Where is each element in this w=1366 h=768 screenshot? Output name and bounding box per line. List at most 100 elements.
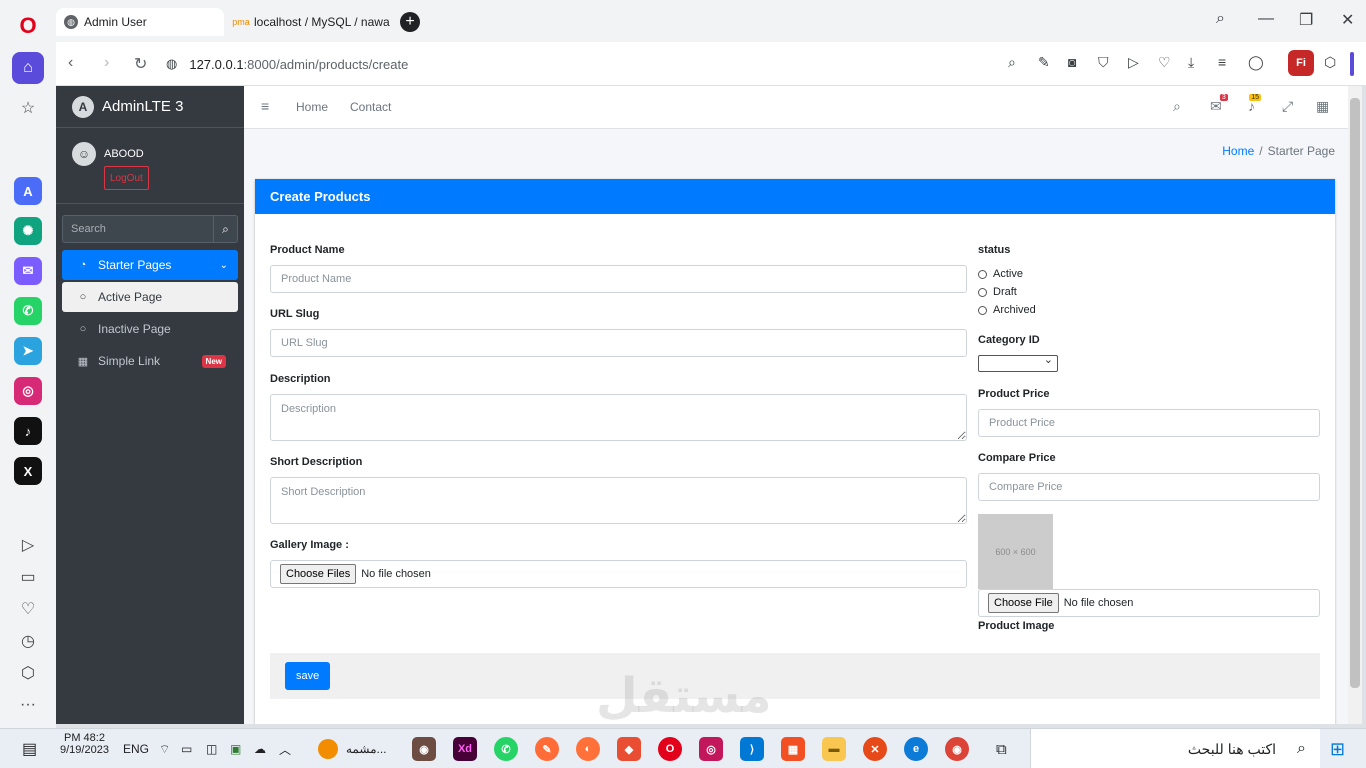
git-icon[interactable]: ◆ <box>617 737 641 761</box>
close-icon[interactable]: ✕ <box>1341 10 1354 30</box>
running-app[interactable]: مشمه... <box>318 738 387 760</box>
chatgpt-app-icon[interactable]: ✺ <box>14 217 42 245</box>
heart-icon[interactable]: ♡ <box>1158 54 1171 71</box>
wallet-icon[interactable]: ▭ <box>12 561 44 593</box>
sidebar-item-simple-link[interactable]: ▦ Simple Link New <box>62 346 238 376</box>
product-name-input[interactable] <box>270 265 967 293</box>
windows-start-icon[interactable]: ⊞ <box>1330 738 1345 760</box>
brand-link[interactable]: A AdminLTE 3 <box>56 86 244 128</box>
sidebar-item-inactive-page[interactable]: ○ Inactive Page <box>62 314 238 344</box>
tiktok-app-icon[interactable]: ♪ <box>14 417 42 445</box>
cloud-icon[interactable]: ☁ <box>254 738 266 760</box>
sidebar-item-starter-pages[interactable]: ◔ Starter Pages ⌄ <box>62 250 238 280</box>
restore-icon[interactable]: ❐ <box>1299 10 1313 30</box>
task-view-icon[interactable]: ⧉ <box>996 738 1007 760</box>
clock[interactable]: PM 48:2 9/19/2023 <box>60 732 109 756</box>
store-icon[interactable]: ▦ <box>781 737 805 761</box>
opera-logo-icon[interactable]: O <box>12 10 44 42</box>
sidebar-item-active-page[interactable]: ○ Active Page <box>62 282 238 312</box>
heart-icon[interactable]: ♡ <box>12 593 44 625</box>
wifi-icon[interactable]: ⌔ <box>159 738 170 760</box>
compare-price-input[interactable] <box>978 473 1320 501</box>
chrome-icon[interactable]: ◉ <box>945 737 969 761</box>
tab-phpmyadmin[interactable]: pma localhost / MySQL / nawa <box>226 8 396 36</box>
profile-icon[interactable]: ◯ <box>1248 54 1264 71</box>
user-name[interactable]: ABOOD <box>104 148 144 160</box>
send-icon[interactable]: ▷ <box>1128 54 1139 71</box>
logout-button[interactable]: LogOut <box>104 166 149 190</box>
hamburger-menu-icon[interactable]: ≡ <box>261 98 269 114</box>
scrollbar-thumb[interactable] <box>1350 98 1360 688</box>
reload-icon[interactable]: ↻ <box>134 54 147 74</box>
choose-files-button[interactable]: Choose Files <box>280 564 357 584</box>
vscode-icon[interactable]: ⟩ <box>740 737 764 761</box>
taskbar-search[interactable]: اكتب هنا للبحث ⌕ <box>1030 729 1320 768</box>
postman-icon[interactable]: ✎ <box>535 737 559 761</box>
battery-icon[interactable]: ▭ <box>181 738 192 760</box>
category-select[interactable] <box>978 353 1058 372</box>
settings-icon[interactable]: ≡ <box>1218 54 1226 70</box>
sidebar-search-input[interactable] <box>62 215 213 243</box>
telegram-app-icon[interactable]: ➤ <box>14 337 42 365</box>
status-radio-archived[interactable]: Archived <box>978 304 1036 316</box>
tab-admin-user[interactable]: ◍ Admin User <box>56 8 224 36</box>
star-icon[interactable]: ☆ <box>12 92 44 124</box>
site-info-icon[interactable]: ◍ <box>166 56 177 72</box>
taskbar-app-icon[interactable]: ◉ <box>412 737 436 761</box>
messages-icon[interactable]: ✉ 3 <box>1210 94 1228 115</box>
url-slug-input[interactable] <box>270 329 967 357</box>
nav-contact-link[interactable]: Contact <box>350 100 391 114</box>
whatsapp-app-icon[interactable]: ✆ <box>14 297 42 325</box>
choose-file-button[interactable]: Choose File <box>988 593 1059 613</box>
download-icon[interactable]: ⤓ <box>1188 54 1194 71</box>
cube-icon[interactable]: ⬡ <box>1324 54 1336 71</box>
firefox-icon[interactable]: ◐ <box>576 737 600 761</box>
save-button[interactable]: save <box>285 662 331 690</box>
history-icon[interactable]: ◷ <box>12 625 44 657</box>
extensions-icon[interactable]: ⬡ <box>12 657 44 689</box>
meet-icon[interactable]: ◫ <box>206 738 217 760</box>
search-icon[interactable]: ⌕ <box>1173 98 1181 115</box>
extension-fi-icon[interactable]: Fi <box>1288 50 1314 76</box>
nav-home-link[interactable]: Home <box>296 100 328 114</box>
xampp-icon[interactable]: ✕ <box>863 737 887 761</box>
status-radio-draft[interactable]: Draft <box>978 286 1017 298</box>
tray-app-icon[interactable]: ▣ <box>230 738 241 760</box>
whatsapp-icon[interactable]: ✆ <box>494 737 518 761</box>
page-scrollbar[interactable] <box>1348 86 1362 724</box>
opera-icon[interactable]: O <box>658 737 682 761</box>
adobe-xd-icon[interactable]: Xd <box>453 737 477 761</box>
search-button[interactable]: ⌕ <box>213 215 238 243</box>
messenger-app-icon[interactable]: ✉ <box>14 257 42 285</box>
status-radio-active[interactable]: Active <box>978 268 1023 280</box>
camera-icon[interactable]: ◙ <box>1068 54 1076 70</box>
app-icon[interactable]: ◎ <box>699 737 723 761</box>
breadcrumb-home[interactable]: Home <box>1222 144 1254 158</box>
search-tabs-icon[interactable]: ⌕ <box>1216 10 1225 28</box>
aria-app-icon[interactable]: A <box>14 177 42 205</box>
bell-icon[interactable]: ♪ 15 <box>1248 94 1261 114</box>
edge-icon[interactable]: e <box>904 737 928 761</box>
forward-icon[interactable]: › <box>104 54 109 72</box>
product-price-input[interactable] <box>978 409 1320 437</box>
language-indicator[interactable]: ENG <box>123 738 149 760</box>
edit-icon[interactable]: ✎ <box>1038 54 1050 71</box>
short-description-textarea[interactable] <box>270 477 967 524</box>
file-explorer-icon[interactable]: ▬ <box>822 737 846 761</box>
search-icon[interactable]: ⌕ <box>1008 54 1016 71</box>
new-tab-button[interactable]: + <box>400 12 420 32</box>
minimize-icon[interactable]: — <box>1258 10 1274 28</box>
url-field[interactable]: ◍ 127.0.0.1:8000/admin/products/create <box>166 50 766 78</box>
notification-center-icon[interactable]: ▤ <box>22 738 37 760</box>
sidebar-toggle[interactable] <box>1350 52 1354 76</box>
shield-icon[interactable]: ⛉ <box>1098 54 1109 71</box>
instagram-app-icon[interactable]: ◎ <box>14 377 42 405</box>
description-textarea[interactable] <box>270 394 967 441</box>
player-icon[interactable]: ▷ <box>12 529 44 561</box>
x-app-icon[interactable]: X <box>14 457 42 485</box>
home-icon[interactable]: ⌂ <box>12 52 44 84</box>
fullscreen-icon[interactable]: ⤢ <box>1282 98 1293 115</box>
more-icon[interactable]: ··· <box>12 689 44 721</box>
control-sidebar-icon[interactable]: ▦ <box>1316 98 1329 115</box>
chevron-up-icon[interactable]: ︿ <box>279 738 291 760</box>
